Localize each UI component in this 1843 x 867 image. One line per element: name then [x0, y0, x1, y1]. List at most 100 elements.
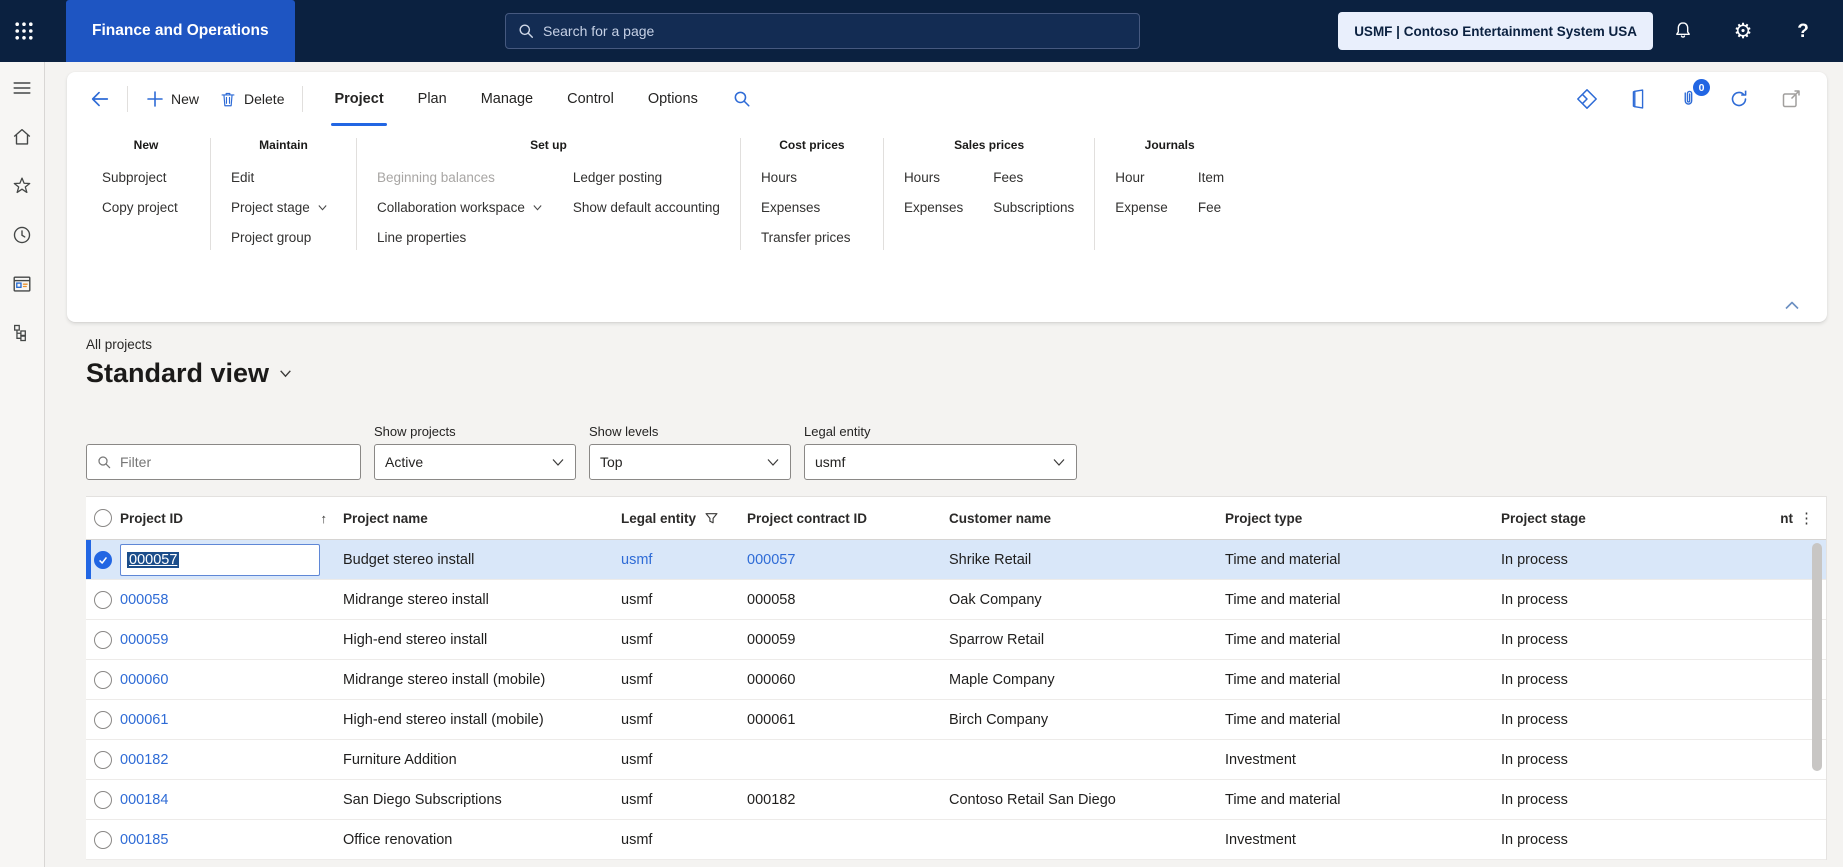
open-in-new-window-button[interactable] — [1779, 87, 1803, 111]
show-levels-select[interactable]: Top — [589, 444, 791, 480]
ribbon-item-subscriptions[interactable]: Subscriptions — [993, 192, 1074, 222]
table-row[interactable]: 000185 Office renovation usmf Investment In … — [86, 820, 1826, 860]
notifications-button[interactable] — [1653, 0, 1713, 62]
ribbon-item-hour[interactable]: Hour — [1115, 162, 1168, 192]
collapse-ribbon-button[interactable] — [1781, 295, 1803, 315]
col-customer-name[interactable]: Customer name — [949, 511, 1051, 526]
project-id-link[interactable]: 000061 — [120, 712, 168, 728]
col-project-contract-id[interactable]: Project contract ID — [747, 511, 867, 526]
gear-icon: ⚙ — [1733, 19, 1753, 43]
filter-input[interactable] — [120, 454, 350, 470]
nav-favorites-button[interactable] — [10, 174, 34, 198]
chevron-down-icon — [767, 459, 779, 466]
tab-plan[interactable]: Plan — [401, 72, 464, 126]
global-search[interactable] — [505, 13, 1140, 49]
refresh-button[interactable] — [1727, 87, 1751, 111]
global-search-input[interactable] — [543, 23, 1127, 39]
app-launcher-button[interactable] — [0, 0, 48, 62]
project-id-link[interactable]: 000184 — [120, 792, 168, 808]
ribbon-item-item[interactable]: Item — [1198, 162, 1224, 192]
table-row[interactable]: 000057 Budget stereo install usmf 000057 Shr… — [86, 540, 1826, 580]
attachments-button[interactable]: 0 — [1677, 79, 1710, 111]
ribbon-item-expenses[interactable]: Expenses — [761, 192, 851, 222]
ribbon-item-label: Line properties — [377, 229, 467, 245]
grid-filter[interactable] — [86, 444, 361, 480]
new-button[interactable]: New — [136, 81, 209, 117]
filter-bar: Show projects Active Show levels Top Leg… — [86, 424, 1077, 480]
project-id-link[interactable]: 000058 — [120, 592, 168, 608]
project-id-input[interactable]: 000057 — [120, 543, 320, 576]
ribbon-item-line-properties[interactable]: Line properties — [377, 222, 543, 252]
tab-control[interactable]: Control — [550, 72, 631, 126]
select-all-checkbox[interactable] — [94, 509, 112, 527]
kebab-menu-icon[interactable]: ⋮ — [1799, 511, 1814, 526]
project-id-link[interactable]: 000060 — [120, 672, 168, 688]
ribbon-item-ledger-posting[interactable]: Ledger posting — [573, 162, 720, 192]
ribbon-item-hours[interactable]: Hours — [904, 162, 963, 192]
nav-menu-button[interactable] — [10, 76, 34, 100]
ribbon-item-project-stage[interactable]: Project stage — [231, 192, 328, 222]
ribbon-item-expense[interactable]: Expense — [1115, 192, 1168, 222]
ribbon-item-transfer-prices[interactable]: Transfer prices — [761, 222, 851, 252]
show-projects-select[interactable]: Active — [374, 444, 576, 480]
project-stage: In process — [1501, 591, 1568, 608]
action-search-button[interactable] — [725, 81, 759, 117]
contract-id[interactable]: 000057 — [747, 552, 795, 568]
col-legal-entity[interactable]: Legal entity — [621, 511, 696, 526]
ribbon-item-show-default-accounting[interactable]: Show default accounting — [573, 192, 720, 222]
ribbon-item-hours[interactable]: Hours — [761, 162, 851, 192]
col-project-name[interactable]: Project name — [343, 511, 428, 526]
col-int-truncated[interactable]: Int — [1781, 511, 1793, 526]
view-selector[interactable]: Standard view — [86, 358, 293, 389]
table-row[interactable]: 000182 Furniture Addition usmf Investment In… — [86, 740, 1826, 780]
nav-recent-button[interactable] — [10, 223, 34, 247]
grid-scrollbar[interactable] — [1812, 543, 1822, 771]
company-picker[interactable]: USMF | Contoso Entertainment System USA — [1338, 12, 1653, 50]
col-project-type[interactable]: Project type — [1225, 511, 1302, 526]
table-row[interactable]: 000061 High-end stereo install (mobile) us… — [86, 700, 1826, 740]
row-checkbox[interactable] — [94, 830, 112, 849]
row-checkbox[interactable] — [94, 750, 112, 769]
customer-name: Oak Company — [949, 591, 1042, 608]
nav-home-button[interactable] — [10, 125, 34, 149]
legal-entity-select[interactable]: usmf — [804, 444, 1077, 480]
tab-manage[interactable]: Manage — [464, 72, 550, 126]
col-project-id[interactable]: Project ID — [120, 511, 183, 526]
ribbon-item-expenses[interactable]: Expenses — [904, 192, 963, 222]
settings-button[interactable]: ⚙ — [1713, 0, 1773, 62]
ribbon-item-fee[interactable]: Fee — [1198, 192, 1224, 222]
nav-hierarchy-button[interactable] — [10, 321, 34, 345]
app-title-tab[interactable]: Finance and Operations — [66, 0, 295, 62]
row-checkbox[interactable] — [94, 790, 112, 809]
office-apps-button[interactable] — [1627, 87, 1649, 111]
table-row[interactable]: 000184 San Diego Subscriptions usmf 000182 C… — [86, 780, 1826, 820]
help-button[interactable]: ? — [1773, 0, 1833, 62]
row-checkbox[interactable] — [94, 670, 112, 689]
row-checkbox[interactable] — [94, 630, 112, 649]
legal-entity[interactable]: usmf — [621, 552, 652, 568]
ribbon-item-subproject[interactable]: Subproject — [102, 162, 178, 192]
ribbon-item-fees[interactable]: Fees — [993, 162, 1074, 192]
scrollbar-thumb[interactable] — [1812, 543, 1822, 771]
project-id-link[interactable]: 000059 — [120, 632, 168, 648]
project-id-link[interactable]: 000185 — [120, 832, 168, 848]
table-row[interactable]: 000059 High-end stereo install usmf 000059 S… — [86, 620, 1826, 660]
row-checkbox[interactable] — [94, 590, 112, 609]
back-button[interactable] — [81, 81, 119, 117]
ribbon-item-collaboration-workspace[interactable]: Collaboration workspace — [377, 192, 543, 222]
ribbon-item-copy-project[interactable]: Copy project — [102, 192, 178, 222]
ribbon-item-edit[interactable]: Edit — [231, 162, 328, 192]
delete-button[interactable]: Delete — [209, 81, 294, 117]
table-row[interactable]: 000060 Midrange stereo install (mobile) us… — [86, 660, 1826, 700]
nav-current-form-button[interactable] — [10, 272, 34, 296]
ribbon-item-project-group[interactable]: Project group — [231, 222, 328, 252]
row-checkbox[interactable] — [94, 550, 112, 569]
col-project-stage[interactable]: Project stage — [1501, 511, 1586, 526]
tab-options[interactable]: Options — [631, 72, 715, 126]
table-row[interactable]: 000058 Midrange stereo install usmf 000058 O… — [86, 580, 1826, 620]
ribbon-item-label: Hours — [903, 169, 940, 185]
tab-project[interactable]: Project — [317, 72, 400, 126]
project-id-link[interactable]: 000182 — [120, 752, 168, 768]
row-checkbox[interactable] — [94, 710, 112, 729]
power-apps-button[interactable] — [1575, 87, 1599, 111]
